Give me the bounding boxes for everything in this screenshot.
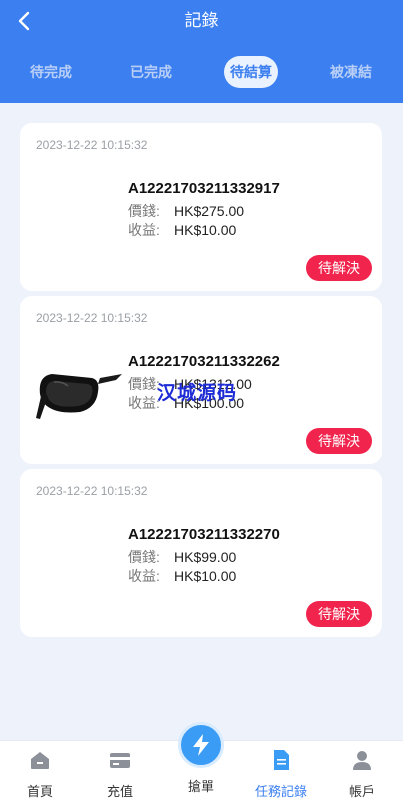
- grab-order-button[interactable]: [178, 722, 224, 768]
- income-label: 收益:: [128, 568, 160, 584]
- nav-label: 帳戶: [348, 784, 375, 799]
- watermark-text: 汉城源码: [157, 383, 238, 404]
- nav-label: 任務記錄: [254, 784, 307, 799]
- order-time: 2023-12-22 10:15:32: [36, 138, 148, 152]
- page-title: 記錄: [184, 11, 219, 30]
- resolve-button[interactable]: 待解決: [306, 255, 372, 281]
- order-card: 2023-12-22 10:15:32 A12221703211332270 價…: [20, 469, 382, 637]
- tab-settlement[interactable]: 待結算: [224, 56, 278, 88]
- order-number: A12221703211332270: [128, 526, 280, 543]
- income-value: HK$10.00: [174, 222, 237, 238]
- order-number: A12221703211332262: [128, 353, 280, 370]
- order-number: A12221703211332917: [128, 180, 280, 197]
- price-label: 價錢:: [128, 203, 160, 219]
- nav-label: 首頁: [26, 784, 53, 799]
- document-icon: [274, 750, 289, 770]
- status-tabs: 待完成 已完成 待結算 被凍結: [0, 56, 403, 90]
- price-label: 價錢:: [128, 549, 160, 565]
- price-row: 價錢: HK$275.00: [128, 201, 244, 221]
- order-time: 2023-12-22 10:15:32: [36, 484, 148, 498]
- resolve-button[interactable]: 待解決: [306, 601, 372, 627]
- tab-frozen[interactable]: 被凍結: [324, 56, 378, 88]
- income-value: HK$10.00: [174, 568, 237, 584]
- price-value: HK$99.00: [174, 549, 237, 565]
- resolve-button[interactable]: 待解決: [306, 428, 372, 454]
- order-time: 2023-12-22 10:15:32: [36, 311, 148, 325]
- nav-task-records[interactable]: 任務記錄: [246, 749, 316, 799]
- income-row: 收益: HK$10.00: [128, 220, 236, 240]
- tab-completed[interactable]: 已完成: [124, 56, 178, 88]
- tab-pending[interactable]: 待完成: [24, 56, 78, 88]
- order-card: 2023-12-22 10:15:32 A12221703211332917 價…: [20, 123, 382, 291]
- sunglasses-product-image: [36, 374, 122, 419]
- nav-home[interactable]: 首頁: [5, 749, 75, 799]
- price-value: HK$275.00: [174, 203, 245, 219]
- nav-label: 充值: [106, 784, 133, 799]
- price-row: 價錢: HK$99.00: [128, 547, 236, 567]
- nav-recharge[interactable]: 充值: [85, 749, 155, 799]
- nav-label: 搶單: [187, 779, 214, 794]
- income-row: 收益: HK$10.00: [128, 566, 236, 586]
- user-icon: [353, 751, 371, 770]
- income-label: 收益:: [128, 222, 160, 238]
- nav-account[interactable]: 帳戶: [327, 749, 397, 799]
- home-icon: [31, 752, 49, 769]
- header: 記錄 待完成 已完成 待結算 被凍結: [0, 0, 403, 103]
- card-icon: [110, 753, 130, 768]
- lightning-icon: [193, 734, 209, 756]
